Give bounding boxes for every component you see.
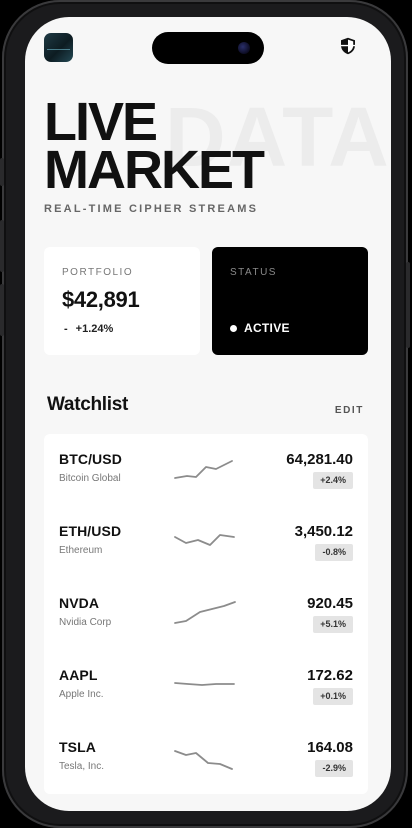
portfolio-change: - +1.24% [64,323,113,335]
ticker-symbol: NVDA [59,595,100,611]
portfolio-card[interactable]: PORTFOLIO $42,891 - +1.24% [44,247,200,355]
ticker-symbol: AAPL [59,667,98,683]
price-value: 164.08 [307,739,353,756]
company-name: Nvidia Corp [59,617,112,628]
portfolio-change-value: +1.24% [75,323,114,335]
page-title-line-2: MARKET [44,140,265,200]
portfolio-change-prefix: - [64,323,68,335]
sparkline-chart [174,460,233,479]
watchlist: BTC/USD Bitcoin Global 64,281.40 +2.4% E… [44,434,368,794]
change-badge: +2.4% [313,472,353,489]
watchlist-row-nvda[interactable]: NVDA Nvidia Corp 920.45 +5.1% [44,578,368,650]
change-badge: +0.1% [313,688,353,705]
company-name: Bitcoin Global [59,473,121,484]
watchlist-row-btc[interactable]: BTC/USD Bitcoin Global 64,281.40 +2.4% [44,434,368,506]
portfolio-value: $42,891 [62,287,140,312]
price-value: 920.45 [307,595,353,612]
company-name: Tesla, Inc. [59,761,105,772]
volume-up-button [0,220,4,272]
dynamic-island [152,32,264,64]
price-value: 172.62 [307,667,353,684]
volume-down-button [0,284,4,336]
ticker-symbol: ETH/USD [59,523,122,539]
change-badge: -2.9% [315,760,353,777]
edit-button[interactable]: EDIT [335,405,364,416]
status-value: ACTIVE [244,321,290,335]
sparkline-chart [174,750,233,770]
status-indicator: ACTIVE [230,321,290,335]
watchlist-row-eth[interactable]: ETH/USD Ethereum 3,450.12 -0.8% [44,506,368,578]
shield-icon[interactable] [340,37,356,55]
camera-icon [238,42,250,54]
sparkline-chart [174,534,235,546]
portfolio-label: PORTFOLIO [62,267,134,278]
status-dot-icon [230,324,237,332]
page-subtitle: REAL-TIME CIPHER STREAMS [44,203,259,215]
status-label: STATUS [230,267,277,278]
company-name: Apple Inc. [59,689,104,700]
power-button [406,262,410,348]
app-thumbnail-icon[interactable] [44,33,73,62]
watchlist-row-tsla[interactable]: TSLA Tesla, Inc. 164.08 -2.9% [44,722,368,794]
status-card[interactable]: STATUS ACTIVE [212,247,368,355]
sparkline-chart [174,682,235,686]
company-name: Ethereum [59,545,103,556]
change-badge: -0.8% [315,544,353,561]
change-badge: +5.1% [313,616,353,633]
watchlist-row-aapl[interactable]: AAPL Apple Inc. 172.62 +0.1% [44,650,368,722]
ticker-symbol: TSLA [59,739,96,755]
price-value: 64,281.40 [286,451,353,468]
price-value: 3,450.12 [294,523,353,540]
screen: DATA LIVE MARKET REAL-TIME CIPHER STREAM… [25,17,391,811]
phone-frame: DATA LIVE MARKET REAL-TIME CIPHER STREAM… [0,0,410,828]
action-button [0,158,4,186]
watchlist-title: Watchlist [47,394,129,415]
ticker-symbol: BTC/USD [59,451,122,467]
sparkline-chart [174,601,236,624]
